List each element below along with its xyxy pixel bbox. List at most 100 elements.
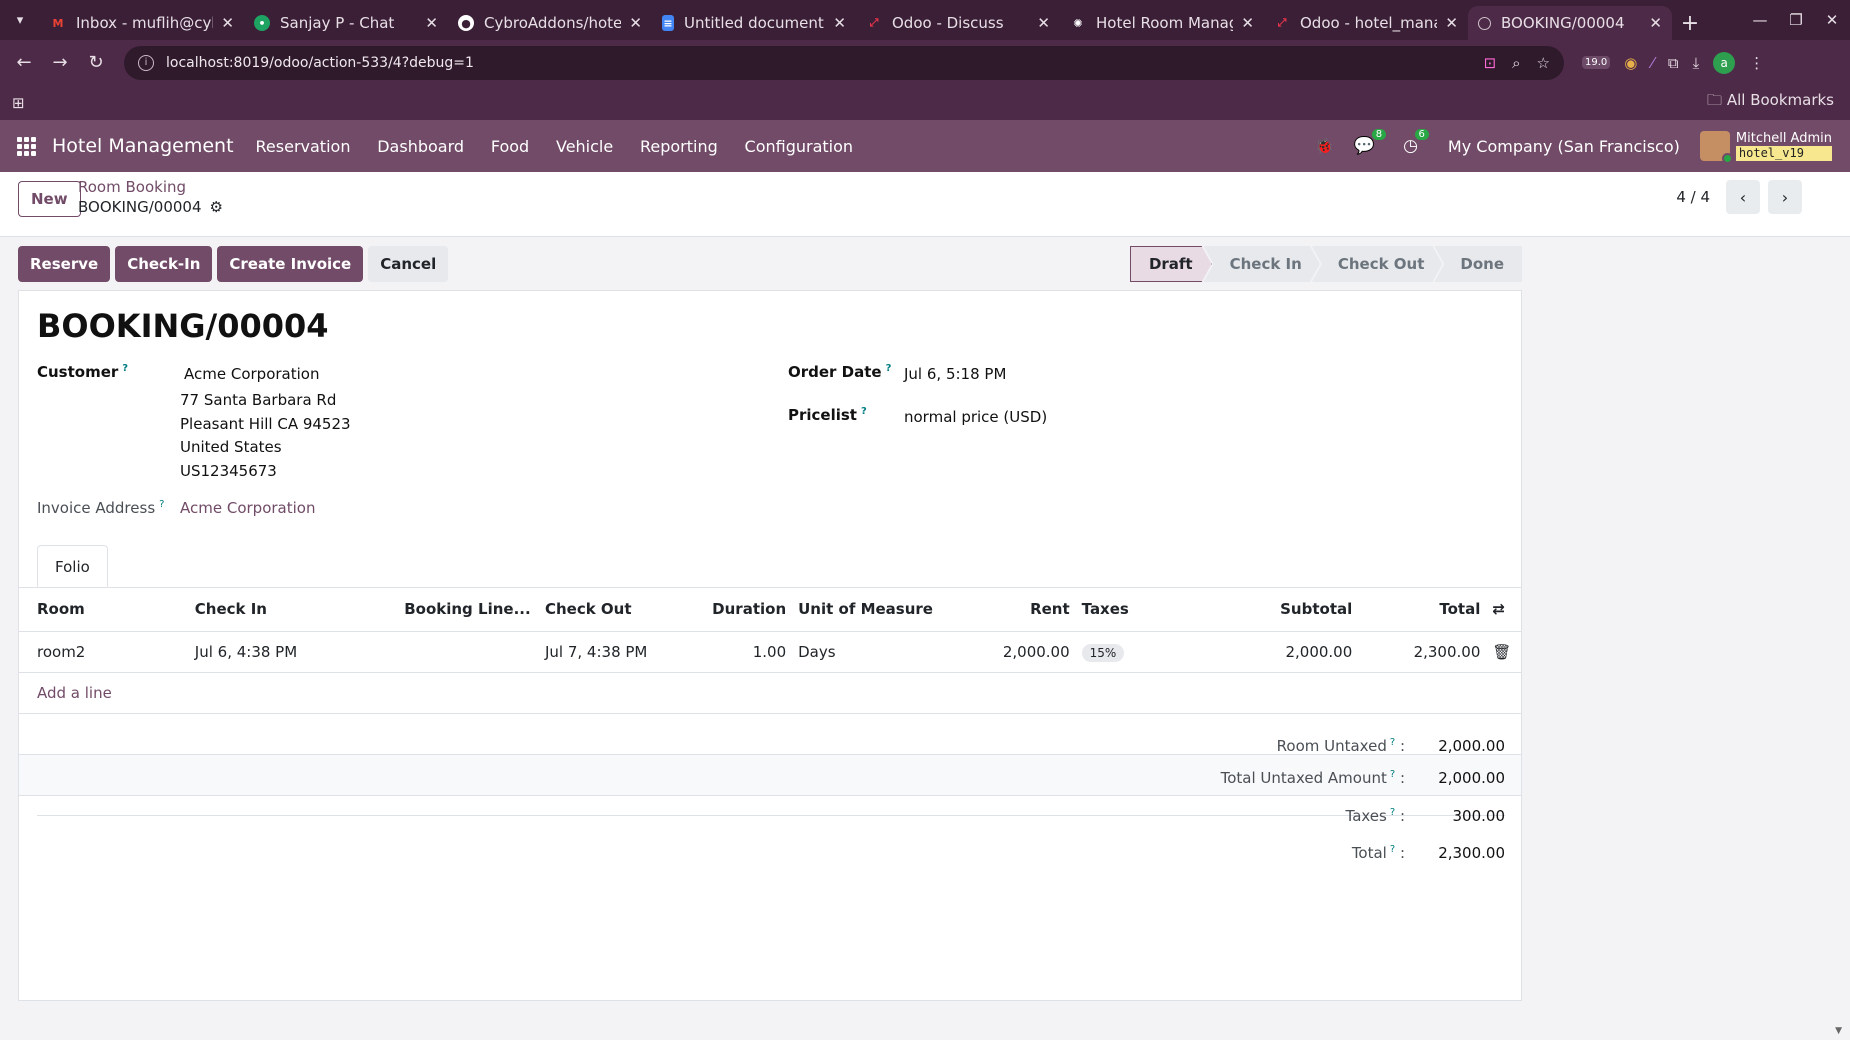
cell-uom[interactable]: Days [792,631,942,673]
browser-tab-active[interactable]: BOOKING/00004 ✕ [1468,6,1672,40]
app-name[interactable]: Hotel Management [52,135,234,157]
col-check-in[interactable]: Check In [188,588,399,632]
cell-check-in[interactable]: Jul 6, 4:38 PM [188,631,399,673]
extension-badge[interactable]: 19.0 [1582,56,1611,69]
order-date-field[interactable]: Jul 6, 5:18 PM [904,365,1006,383]
stage-check-in[interactable]: Check In [1204,246,1320,282]
download-icon[interactable]: ⤓ [1693,54,1700,72]
address-bar[interactable]: i localhost:8019/odoo/action-533/4?debug… [124,45,1564,80]
reserve-button[interactable]: Reserve [18,246,111,282]
site-info-icon[interactable]: i [138,54,154,71]
add-line-link[interactable]: Add a line [37,684,112,702]
close-tab-icon[interactable]: ✕ [425,14,438,32]
new-button[interactable]: New [18,181,81,217]
browser-tab[interactable]: ● CybroAddons/hotel ✕ [448,6,652,40]
browser-tab[interactable]: ⤢ Odoo - hotel_mana ✕ [1264,6,1468,40]
restore-icon[interactable]: ❐ [1778,11,1814,29]
customer-field[interactable]: Acme Corporation [184,365,319,383]
stage-draft[interactable]: Draft [1130,246,1212,282]
apps-shortcut-icon[interactable]: ⊞ [12,94,25,112]
close-tab-icon[interactable]: ✕ [221,14,234,32]
horizontal-scrollbar[interactable] [0,1040,1850,1053]
breadcrumb-parent[interactable]: Room Booking [78,178,223,196]
app-menu-icon[interactable] [0,120,52,172]
pager-previous-button[interactable]: ‹ [1726,180,1760,214]
breadcrumb-current: BOOKING/00004 ⚙ [78,198,223,216]
browser-tab[interactable]: M Inbox - muflih@cyb ✕ [40,6,244,40]
create-invoice-button[interactable]: Create Invoice [217,246,364,282]
close-tab-icon[interactable]: ✕ [1445,14,1458,32]
profile-avatar[interactable]: a [1713,51,1736,74]
tab-folio[interactable]: Folio [37,545,108,588]
delete-line-button[interactable]: 🗑 [1486,631,1521,673]
cell-taxes[interactable]: 15% [1075,631,1249,673]
optional-columns-toggle[interactable]: ⇄ [1486,588,1521,632]
menu-configuration[interactable]: Configuration [745,137,854,156]
menu-dashboard[interactable]: Dashboard [377,137,464,156]
col-total[interactable]: Total [1358,588,1487,632]
col-duration[interactable]: Duration [698,588,793,632]
close-tab-icon[interactable]: ✕ [1241,14,1254,32]
col-booking-line[interactable]: Booking Line... [398,588,539,632]
pager-next-button[interactable]: › [1768,180,1802,214]
messages-icon[interactable]: 💬 8 [1354,128,1388,156]
col-subtotal[interactable]: Subtotal [1248,588,1359,632]
browser-tab[interactable]: • Sanjay P - Chat ✕ [244,6,448,40]
cell-room[interactable]: room2 [19,631,189,673]
cell-duration[interactable]: 1.00 [698,631,793,673]
cell-check-out[interactable]: Jul 7, 4:38 PM [538,631,699,673]
gear-icon[interactable]: ⚙ [210,198,223,216]
minimize-icon[interactable]: — [1742,11,1778,29]
menu-reporting[interactable]: Reporting [640,137,718,156]
install-app-icon[interactable]: ⊡ [1484,54,1497,72]
close-tab-icon[interactable]: ✕ [629,14,642,32]
extension-icon[interactable]: ⁄ [1651,54,1654,72]
col-taxes[interactable]: Taxes [1075,588,1249,632]
col-unit-of-measure[interactable]: Unit of Measure [792,588,942,632]
table-row[interactable]: room2 Jul 6, 4:38 PM Jul 7, 4:38 PM 1.00… [19,631,1521,673]
tab-title: Hotel Room Manag [1096,14,1234,32]
debug-bug-icon[interactable]: 🐞 [1315,137,1334,155]
pricelist-field[interactable]: normal price (USD) [904,408,1047,426]
stage-check-out[interactable]: Check Out [1312,246,1443,282]
browser-tab[interactable]: ✺ Hotel Room Manag ✕ [1060,6,1264,40]
browser-tab[interactable]: ⤢ Odoo - Discuss ✕ [856,6,1060,40]
extension-icon[interactable]: ◉ [1624,54,1637,72]
new-tab-button[interactable]: + [1672,6,1708,40]
browser-tab[interactable]: ≡ Untitled document ✕ [652,6,856,40]
folio-lines-table: Room Check In Booking Line... Check Out … [19,588,1521,796]
invoice-address-field[interactable]: Acme Corporation [180,499,315,517]
zoom-icon[interactable]: ⌕ [1512,54,1520,72]
bookmark-star-icon[interactable]: ☆ [1537,54,1550,72]
stage-done[interactable]: Done [1434,246,1522,282]
all-bookmarks[interactable]: 🗀 All Bookmarks [1707,90,1834,115]
menu-reservation[interactable]: Reservation [256,137,351,156]
reload-icon[interactable]: ↻ [78,52,114,73]
close-tab-icon[interactable]: ✕ [1037,14,1050,32]
record-title[interactable]: BOOKING/00004 [37,307,329,345]
tab-search-icon[interactable]: ▾ [0,0,40,40]
activities-clock-icon[interactable]: ◷ 6 [1403,128,1430,156]
menu-food[interactable]: Food [491,137,529,156]
company-switcher[interactable]: My Company (San Francisco) [1448,137,1680,156]
close-tab-icon[interactable]: ✕ [1649,14,1662,32]
cell-booking-line[interactable] [398,631,539,673]
col-check-out[interactable]: Check Out [538,588,699,632]
cell-rent[interactable]: 2,000.00 [941,631,1076,673]
browser-menu-icon[interactable]: ⋮ [1749,54,1764,72]
back-icon[interactable]: ← [6,52,42,73]
scroll-down-arrow-icon[interactable]: ▼ [1835,1026,1842,1036]
col-rent[interactable]: Rent [941,588,1076,632]
col-room[interactable]: Room [19,588,189,632]
online-status-dot [1721,153,1733,164]
check-in-button[interactable]: Check-In [115,246,213,282]
menu-vehicle[interactable]: Vehicle [556,137,613,156]
extensions-puzzle-icon[interactable]: ⧉ [1668,54,1679,72]
close-window-icon[interactable]: ✕ [1814,11,1850,29]
forward-icon[interactable]: → [42,52,78,73]
pager-value[interactable]: 4 / 4 [1676,188,1710,206]
user-menu[interactable]: Mitchell Admin hotel_v19 [1699,131,1832,164]
room-untaxed-value: 2,000.00 [1438,737,1505,755]
close-tab-icon[interactable]: ✕ [833,14,846,32]
cancel-button[interactable]: Cancel [368,246,449,282]
